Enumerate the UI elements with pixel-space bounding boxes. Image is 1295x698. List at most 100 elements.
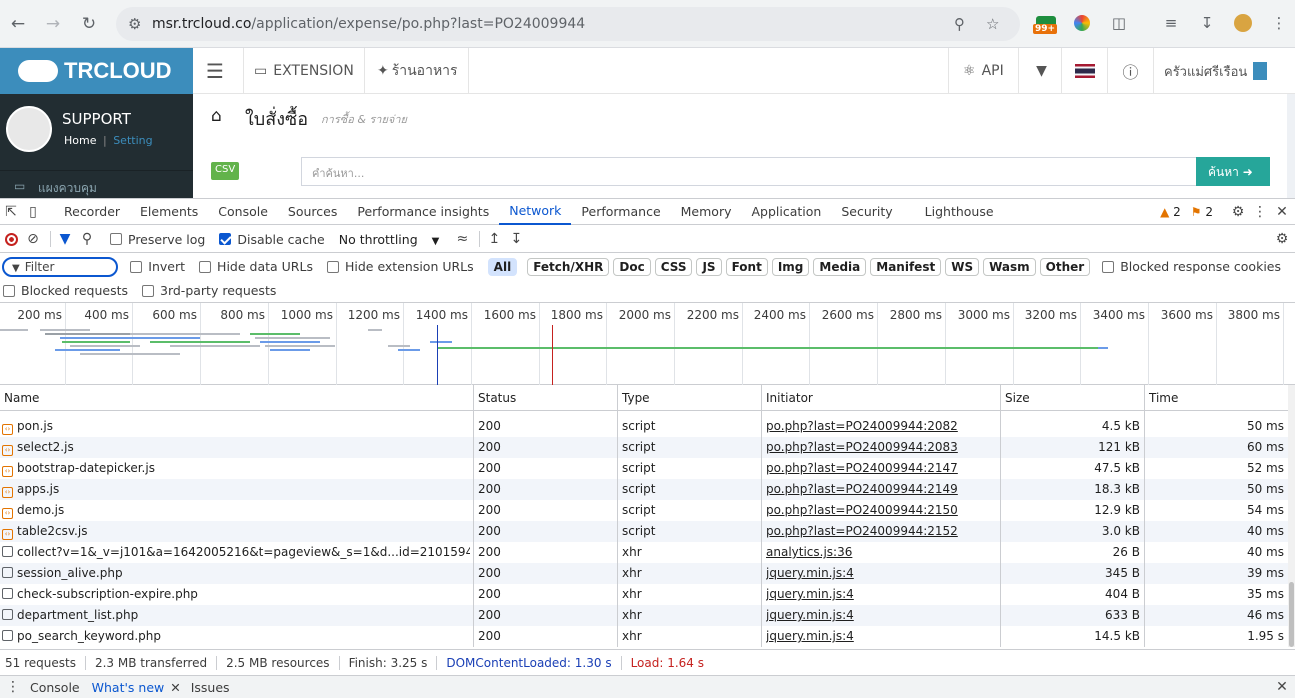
tab-console[interactable]: Console	[208, 199, 278, 225]
column-name[interactable]: Name	[0, 385, 473, 411]
table-row[interactable]: department_list.php 200 xhr jquery.min.js:4…	[0, 605, 1295, 626]
column-time[interactable]: Time	[1144, 385, 1288, 411]
blocked-cookies-checkbox[interactable]: Blocked response cookies	[1102, 259, 1281, 274]
clear-icon[interactable]: ⊘	[22, 228, 44, 250]
request-initiator-link[interactable]: po.php?last=PO24009944:2152	[766, 521, 996, 542]
tab-security[interactable]: Security	[831, 199, 902, 225]
request-name-cell[interactable]: department_list.php	[2, 605, 470, 626]
search-icon[interactable]: ⚲	[76, 228, 98, 250]
type-filter-wasm[interactable]: Wasm	[983, 257, 1036, 276]
table-row[interactable]: ‹› pon.js 200 script po.php?last=PO24009944:…	[0, 416, 1295, 437]
download-icon[interactable]: ↧	[1196, 12, 1218, 34]
address-bar[interactable]: ⚙ msr.trcloud.co/application/expense/po.…	[116, 7, 1020, 41]
type-filter-manifest[interactable]: Manifest	[870, 257, 942, 276]
tab-performance[interactable]: Performance	[571, 199, 670, 225]
request-initiator-link[interactable]: po.php?last=PO24009944:2149	[766, 479, 996, 500]
drawer-menu-icon[interactable]: ⋮	[2, 676, 24, 698]
type-filter-all[interactable]: All	[487, 257, 518, 276]
request-initiator-link[interactable]: jquery.min.js:4	[766, 626, 996, 647]
column-type[interactable]: Type	[617, 385, 761, 411]
column-initiator[interactable]: Initiator	[761, 385, 1000, 411]
type-filter-other[interactable]: Other	[1039, 257, 1091, 276]
device-toolbar-icon[interactable]: ▯	[22, 201, 44, 223]
tab-sources[interactable]: Sources	[278, 199, 347, 225]
table-row[interactable]: ‹› demo.js 200 script po.php?last=PO24009944…	[0, 500, 1295, 521]
home-link[interactable]: Home	[64, 134, 96, 147]
tab-network[interactable]: Network	[499, 199, 572, 225]
zoom-icon[interactable]: ⚲	[954, 15, 965, 33]
search-button[interactable]: ค้นหา ➜	[1196, 157, 1270, 186]
type-filter-css[interactable]: CSS	[654, 257, 693, 276]
request-name-cell[interactable]: ‹› table2csv.js	[2, 521, 470, 542]
drawer-tab-console[interactable]: Console	[30, 680, 80, 695]
request-name-cell[interactable]: ‹› pon.js	[2, 416, 470, 437]
profile-avatar-icon[interactable]	[1232, 12, 1254, 34]
request-initiator-link[interactable]: jquery.min.js:4	[766, 584, 996, 605]
network-settings-icon[interactable]: ⚙	[1271, 228, 1293, 250]
company-menu[interactable]: ครัวแม่ศรีเรือน	[1154, 48, 1277, 94]
type-filter-ws[interactable]: WS	[945, 257, 980, 276]
type-filter-media[interactable]: Media	[813, 257, 867, 276]
export-har-icon[interactable]: ↧	[505, 228, 527, 250]
table-row[interactable]: session_alive.php 200 xhr jquery.min.js:4 34…	[0, 563, 1295, 584]
record-stop-icon[interactable]	[0, 228, 22, 250]
request-name-cell[interactable]: ‹› demo.js	[2, 500, 470, 521]
close-devtools-icon[interactable]: ✕	[1271, 201, 1293, 223]
hide-extension-urls-checkbox[interactable]: Hide extension URLs	[326, 259, 474, 274]
tab-memory[interactable]: Memory	[671, 199, 742, 225]
request-name-cell[interactable]: po_search_keyword.php	[2, 626, 470, 647]
request-initiator-link[interactable]: jquery.min.js:4	[766, 563, 996, 584]
table-row[interactable]: check-subscription-expire.php 200 xhr jquer…	[0, 584, 1295, 605]
request-name-cell[interactable]: session_alive.php	[2, 563, 470, 584]
inspect-element-icon[interactable]: ⇱	[0, 201, 22, 223]
filter-funnel-icon[interactable]: ▼	[54, 228, 76, 250]
hide-data-urls-checkbox[interactable]: Hide data URLs	[199, 259, 313, 274]
column-size[interactable]: Size	[1000, 385, 1144, 411]
request-name-cell[interactable]: ‹› bootstrap-datepicker.js	[2, 458, 470, 479]
reload-icon[interactable]: ↻	[75, 10, 103, 38]
help-icon[interactable]: ⓘ	[1108, 48, 1154, 94]
type-filter-fetch-xhr[interactable]: Fetch/XHR	[527, 257, 610, 276]
dropdown-caret-icon[interactable]: ▼	[1022, 48, 1062, 94]
table-row[interactable]: po_search_keyword.php 200 xhr jquery.min.js…	[0, 626, 1295, 647]
import-har-icon[interactable]: ↥	[483, 228, 505, 250]
setting-link[interactable]: Setting	[113, 134, 152, 147]
network-conditions-icon[interactable]: ≈	[451, 228, 473, 250]
search-input[interactable]: คำค้นหา...	[301, 157, 1197, 186]
type-filter-js[interactable]: JS	[696, 257, 722, 276]
request-initiator-link[interactable]: po.php?last=PO24009944:2147	[766, 458, 996, 479]
issues-counter[interactable]: ⚑ 2	[1191, 205, 1213, 219]
extension-badge-icon[interactable]: 99+	[1033, 12, 1058, 34]
table-row[interactable]: collect?v=1&_v=j101&a=1642005216&t=pagev…	[0, 542, 1295, 563]
column-status[interactable]: Status	[473, 385, 617, 411]
media-icon[interactable]: ≡	[1160, 12, 1182, 34]
type-filter-font[interactable]: Font	[725, 257, 768, 276]
trcloud-logo[interactable]: TRCLOUD	[0, 48, 193, 94]
hamburger-menu-icon[interactable]: ☰	[193, 48, 237, 94]
table-row[interactable]: ‹› apps.js 200 script po.php?last=PO24009944…	[0, 479, 1295, 500]
table-row[interactable]: ‹› table2csv.js 200 script po.php?last=PO240…	[0, 521, 1295, 542]
request-name-cell[interactable]: collect?v=1&_v=j101&a=1642005216&t=pagev…	[2, 542, 470, 563]
api-menu[interactable]: ⚛ API	[948, 48, 1019, 94]
tab-recorder[interactable]: Recorder	[54, 199, 130, 225]
request-name-cell[interactable]: check-subscription-expire.php	[2, 584, 470, 605]
request-initiator-link[interactable]: jquery.min.js:4	[766, 605, 996, 626]
menu-restaurant[interactable]: ✦ ร้านอาหาร	[367, 48, 469, 94]
thai-flag-icon[interactable]	[1062, 48, 1108, 94]
scrollbar-thumb[interactable]	[1289, 582, 1294, 647]
third-party-checkbox[interactable]: 3rd-party requests	[142, 283, 276, 298]
request-name-cell[interactable]: ‹› apps.js	[2, 479, 470, 500]
request-initiator-link[interactable]: po.php?last=PO24009944:2083	[766, 437, 996, 458]
warnings-counter[interactable]: ▲ 2	[1160, 205, 1181, 219]
extensions-puzzle-icon[interactable]: ◫	[1108, 12, 1130, 34]
table-row[interactable]: ‹› bootstrap-datepicker.js 200 script po.php…	[0, 458, 1295, 479]
drawer-tab-whats-new[interactable]: What's new	[92, 680, 165, 695]
site-info-icon[interactable]: ⚙	[128, 15, 141, 33]
sidebar-item-dashboard[interactable]: ▭ แผงควบคุม	[0, 170, 193, 198]
drawer-tab-issues[interactable]: Issues	[191, 680, 230, 695]
disable-cache-checkbox[interactable]: Disable cache	[219, 232, 325, 247]
blocked-requests-checkbox[interactable]: Blocked requests	[3, 283, 128, 298]
tab-performance-insights[interactable]: Performance insights	[347, 199, 499, 225]
preserve-log-checkbox[interactable]: Preserve log	[110, 232, 205, 247]
invert-checkbox[interactable]: Invert	[130, 259, 185, 274]
